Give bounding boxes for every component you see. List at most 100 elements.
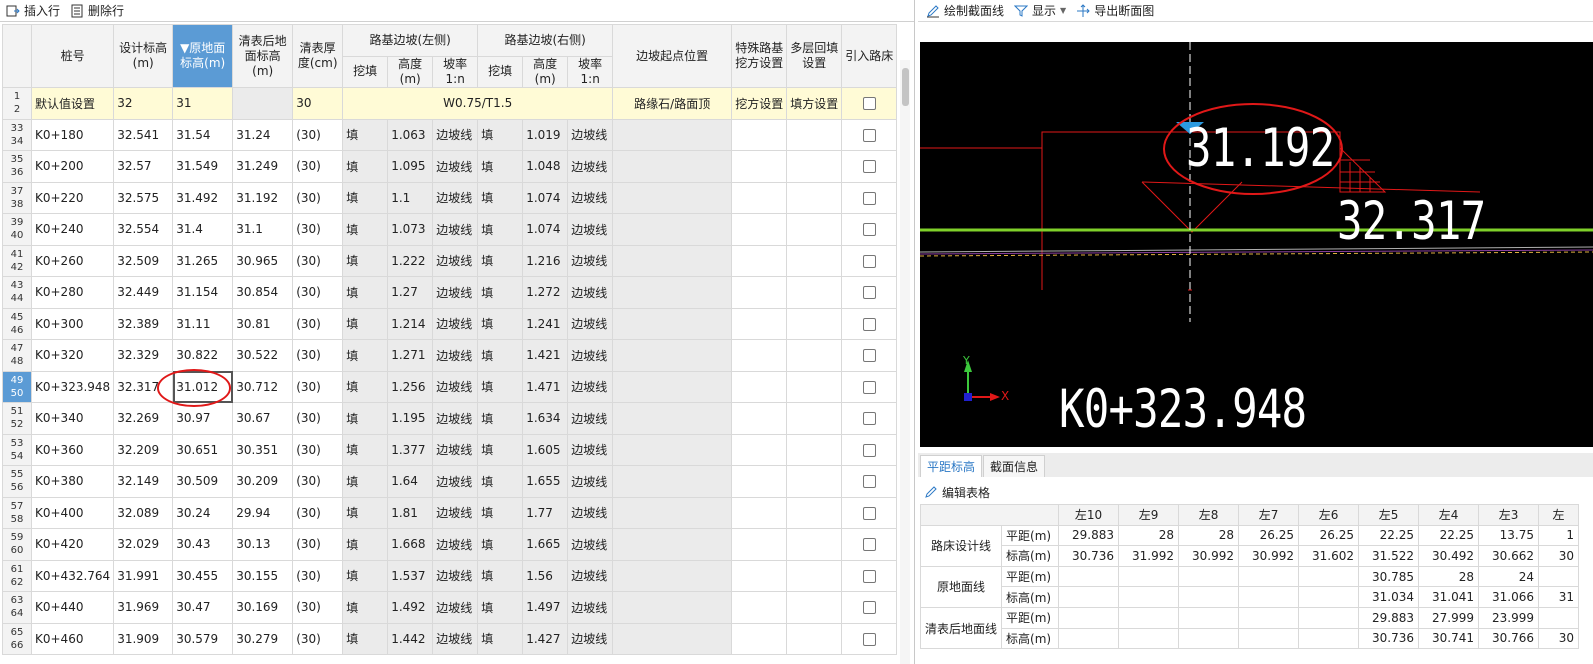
left-cut-fill-cell[interactable]: 填 [342,150,389,183]
row-number[interactable]: 61 62 [2,559,32,592]
right-cut-fill-cell[interactable]: 填 [477,276,524,309]
left-height-cell[interactable]: 1.81 [387,496,434,529]
station-cell[interactable]: K0+300 [30,307,115,340]
cleared-elev-cell[interactable]: 31.249 [232,150,294,183]
special-cut-cell[interactable] [731,307,788,340]
station-cell[interactable]: K0+400 [30,496,115,529]
left-ratio-cell[interactable]: 边坡线 [432,370,479,403]
slope-start-cell[interactable] [612,244,733,277]
row-number[interactable]: 47 48 [2,339,32,372]
orig-elev-cell[interactable]: 31.549 [172,150,234,183]
left-cut-fill-cell[interactable]: 填 [342,402,389,435]
section-value-cell[interactable]: 30.741 [1418,627,1480,650]
section-value-cell[interactable] [1178,606,1240,629]
left-cut-fill-cell[interactable]: 填 [342,307,389,340]
section-value-cell[interactable]: 31 [1538,586,1580,608]
special-cut-cell[interactable] [731,276,788,309]
thickness-cell[interactable]: (30) [292,528,344,561]
cleared-elev-cell[interactable]: 30.965 [232,244,294,277]
col-header-right-cut-fill[interactable]: 挖填 [477,55,524,88]
station-cell[interactable]: K0+460 [30,622,115,655]
design-elev-cell[interactable]: 31.909 [113,622,174,655]
thickness-cell[interactable]: (30) [292,244,344,277]
orig-elev-cell[interactable]: 31.154 [172,276,234,309]
right-height-cell[interactable]: 1.665 [522,528,569,561]
row-number[interactable]: 59 60 [2,528,32,561]
section-value-cell[interactable] [1178,627,1240,650]
cut-settings-button[interactable]: 挖方设置 [731,87,788,120]
tab-distance-elevation[interactable]: 平距标高 [920,455,983,477]
row-number[interactable]: 37 38 [2,181,32,214]
right-height-cell[interactable]: 1.497 [522,591,569,624]
multi-fill-cell[interactable] [786,244,843,277]
right-ratio-cell[interactable]: 边坡线 [567,496,614,529]
left-ratio-cell[interactable]: 边坡线 [432,307,479,340]
default-slope-start[interactable]: 路缘石/路面顶 [612,87,733,120]
cleared-elev-cell[interactable]: 30.279 [232,622,294,655]
section-value-cell[interactable]: 28 [1178,524,1240,547]
section-value-cell[interactable]: 28 [1118,524,1180,547]
left-height-cell[interactable]: 1.668 [387,528,434,561]
multi-fill-cell[interactable] [786,622,843,655]
section-value-cell[interactable] [1538,565,1580,588]
col-header-right-ratio[interactable]: 坡率1:n [567,55,614,88]
slope-start-cell[interactable] [612,150,733,183]
lead-subgrade-checkbox[interactable] [841,591,898,624]
right-height-cell[interactable]: 1.655 [522,465,569,498]
special-cut-cell[interactable] [731,370,788,403]
left-ratio-cell[interactable]: 边坡线 [432,118,479,151]
lead-subgrade-checkbox[interactable] [841,622,898,655]
orig-elev-cell[interactable]: 31.492 [172,181,234,214]
section-value-cell[interactable]: 31.992 [1118,545,1180,567]
special-cut-cell[interactable] [731,591,788,624]
col-header-station[interactable]: 桩号 [30,24,115,88]
multi-fill-cell[interactable] [786,465,843,498]
right-cut-fill-cell[interactable]: 填 [477,339,524,372]
station-cell[interactable]: K0+432.764 [30,559,115,592]
left-height-cell[interactable]: 1.27 [387,276,434,309]
row-number[interactable]: 63 64 [2,591,32,624]
lead-subgrade-checkbox[interactable] [841,307,898,340]
slope-start-cell[interactable] [612,496,733,529]
station-cell[interactable]: K0+320 [30,339,115,372]
left-height-cell[interactable]: 1.271 [387,339,434,372]
slope-start-cell[interactable] [612,528,733,561]
left-height-cell[interactable]: 1.1 [387,181,434,214]
station-cell[interactable]: K0+280 [30,276,115,309]
special-cut-cell[interactable] [731,213,788,246]
col-header-left-ratio[interactable]: 坡率1:n [432,55,479,88]
left-ratio-cell[interactable]: 边坡线 [432,402,479,435]
section-value-cell[interactable]: 31.066 [1478,586,1540,608]
cleared-elev-cell[interactable]: 30.81 [232,307,294,340]
station-cell[interactable]: K0+323.948 [30,370,115,403]
design-elev-cell[interactable]: 32.329 [113,339,174,372]
thickness-cell[interactable]: (30) [292,622,344,655]
orig-elev-cell[interactable]: 30.509 [172,465,234,498]
slope-start-cell[interactable] [612,465,733,498]
section-value-cell[interactable]: 30.736 [1358,627,1420,650]
orig-elev-cell[interactable]: 30.579 [172,622,234,655]
lead-subgrade-checkbox[interactable] [841,433,898,466]
right-ratio-cell[interactable]: 边坡线 [567,213,614,246]
right-cut-fill-cell[interactable]: 填 [477,528,524,561]
right-height-cell[interactable]: 1.421 [522,339,569,372]
right-cut-fill-cell[interactable]: 填 [477,118,524,151]
section-value-cell[interactable]: 31.041 [1418,586,1480,608]
right-ratio-cell[interactable]: 边坡线 [567,150,614,183]
col-header-lead-subgrade[interactable]: 引入路床 [841,24,898,88]
special-cut-cell[interactable] [731,244,788,277]
multi-fill-cell[interactable] [786,433,843,466]
cleared-elev-cell[interactable]: 31.24 [232,118,294,151]
design-elev-cell[interactable]: 32.389 [113,307,174,340]
thickness-cell[interactable]: (30) [292,339,344,372]
multi-fill-cell[interactable] [786,181,843,214]
scrollbar-thumb[interactable] [902,68,909,106]
section-value-cell[interactable]: 30.492 [1418,545,1480,567]
design-elev-cell[interactable]: 32.57 [113,150,174,183]
slope-start-cell[interactable] [612,370,733,403]
left-height-cell[interactable]: 1.377 [387,433,434,466]
left-height-cell[interactable]: 1.222 [387,244,434,277]
row-number[interactable]: 49 50 [2,370,32,403]
section-value-cell[interactable] [1298,606,1360,629]
lead-subgrade-checkbox[interactable] [841,402,898,435]
